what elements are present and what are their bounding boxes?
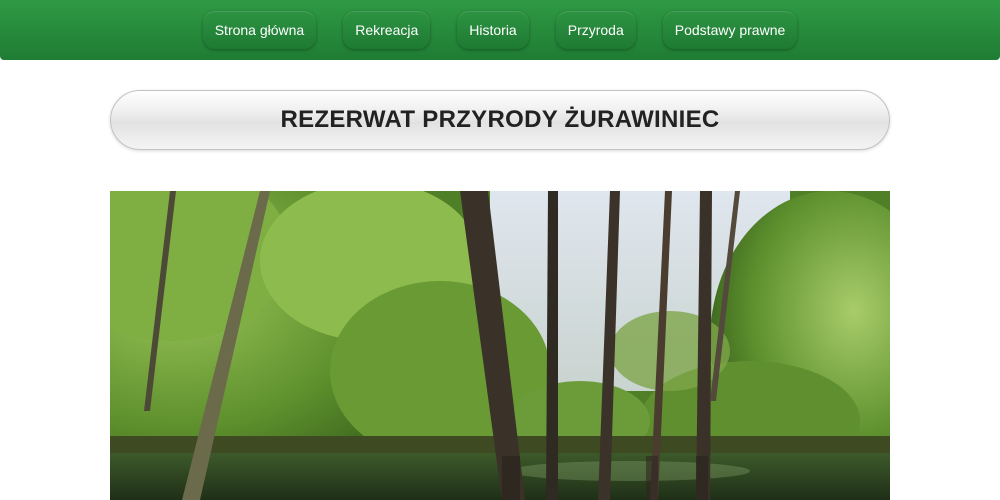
nav-item-home[interactable]: Strona główna (202, 11, 317, 49)
nav-item-nature[interactable]: Przyroda (555, 11, 636, 49)
page-title: REZERWAT PRZYRODY ŻURAWINIEC (280, 106, 720, 133)
nav-item-legal-basis[interactable]: Podstawy prawne (662, 11, 798, 49)
nav-item-history[interactable]: Historia (457, 11, 529, 49)
main-navigation: Strona główna Rekreacja Historia Przyrod… (0, 0, 1000, 60)
hero-forest-image (110, 191, 890, 500)
forest-pond-illustration (110, 191, 890, 500)
nav-item-recreation[interactable]: Rekreacja (343, 11, 431, 49)
page-title-banner: REZERWAT PRZYRODY ŻURAWINIEC (110, 90, 890, 150)
